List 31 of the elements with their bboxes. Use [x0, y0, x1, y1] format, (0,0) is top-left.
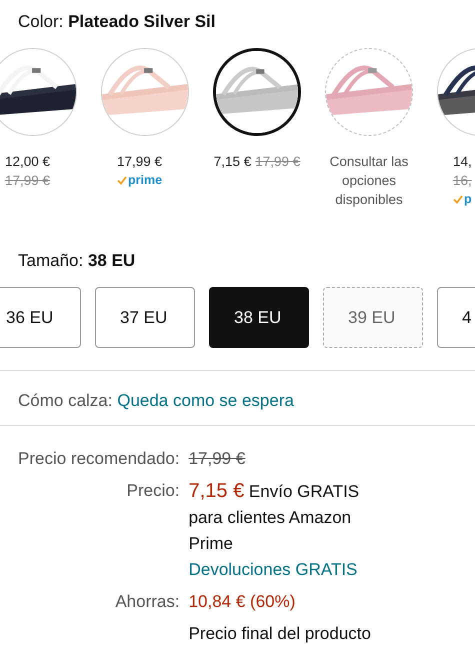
size-button[interactable]: 39 EU	[323, 287, 423, 348]
prime-label: p	[464, 191, 472, 208]
swatch-price: 7,15 €	[214, 153, 252, 171]
swatch-price: 14,	[453, 153, 473, 171]
check-icon	[117, 176, 127, 185]
fit-link[interactable]: Queda como se espera	[117, 391, 294, 410]
swatch-old-price: 16,	[453, 172, 473, 190]
fit-label: Cómo calza:	[18, 391, 112, 410]
price-and-shipping-note: 7,15 € Envío GRATIS para clientes Amazon Prime	[188, 479, 360, 555]
color-label: Color:	[18, 12, 64, 31]
options-note: Consultar las opciones disponibles	[328, 153, 410, 209]
list-price: 17,99 €	[188, 449, 246, 468]
savings-label: Ahorras:	[114, 591, 180, 613]
list-price-label: Precio recomendado:	[18, 448, 180, 470]
swatch-old-price: 17,99 €	[255, 153, 300, 171]
final-price-note: Precio final del producto	[188, 624, 371, 643]
swatch-price: 17,99 €	[117, 153, 164, 171]
prime-label: prime	[128, 172, 162, 189]
size-button[interactable]: 37 EU	[95, 287, 195, 348]
swatch-price: 12,00 €	[5, 153, 52, 171]
size-button[interactable]: 4	[437, 287, 475, 348]
size-button[interactable]: 36 EU	[0, 287, 81, 348]
size-value: 38 EU	[88, 251, 136, 270]
savings-value: 10,84 € (60%)	[188, 592, 296, 611]
swatch-old-price: 17,99 €	[5, 172, 52, 190]
check-icon	[453, 195, 463, 204]
color-value: Plateado Silver Sil	[68, 12, 216, 31]
size-label: Tamaño:	[18, 251, 84, 270]
size-button[interactable]: 38 EU	[209, 287, 309, 348]
price-label: Precio:	[126, 480, 180, 502]
returns-link[interactable]: Devoluciones GRATIS	[188, 560, 358, 579]
